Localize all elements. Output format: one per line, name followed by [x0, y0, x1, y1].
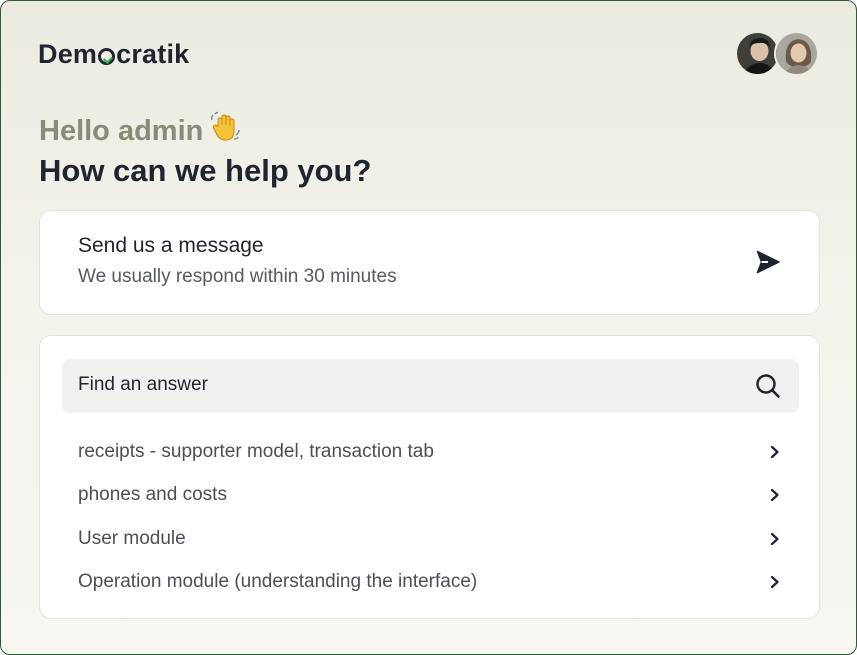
- messenger-widget: Dem cratik Hello admin How can we help y…: [0, 0, 857, 655]
- avatar: [774, 31, 819, 76]
- response-time-note: We usually respond within 30 minutes: [78, 266, 397, 287]
- send-message-card[interactable]: Send us a message We usually respond wit…: [39, 210, 820, 315]
- article-title: phones and costs: [78, 484, 227, 506]
- search-icon[interactable]: [755, 373, 781, 399]
- page-title: How can we help you?: [39, 153, 372, 188]
- article-list: receipts - supporter model, transaction …: [78, 430, 782, 604]
- chevron-right-icon: [770, 445, 779, 458]
- brand-logo-check-mark: [98, 48, 116, 65]
- brand-logo: Dem cratik: [38, 39, 189, 70]
- chevron-right-icon: [770, 532, 779, 545]
- team-avatars: [735, 31, 819, 76]
- article-title: Operation module (understanding the inte…: [78, 571, 478, 593]
- send-message-title: Send us a message: [78, 234, 264, 257]
- brand-logo-text-end: cratik: [116, 39, 190, 69]
- send-icon: [756, 250, 780, 274]
- article-title: User module: [78, 527, 186, 549]
- list-item[interactable]: Operation module (understanding the inte…: [78, 561, 782, 605]
- list-item[interactable]: receipts - supporter model, transaction …: [78, 430, 782, 474]
- greeting: Hello admin: [39, 111, 241, 151]
- list-item[interactable]: phones and costs: [78, 474, 782, 518]
- chevron-right-icon: [770, 489, 779, 502]
- avatar-woman-icon: [776, 33, 817, 74]
- greeting-text: Hello admin: [39, 114, 204, 147]
- help-center-card: Find an answer receipts - supporter mode…: [39, 335, 820, 619]
- chevron-right-icon: [770, 576, 779, 589]
- search-input[interactable]: Find an answer: [62, 359, 799, 413]
- brand-logo-text-start: Dem: [38, 39, 98, 69]
- search-label: Find an answer: [78, 374, 208, 395]
- list-item[interactable]: User module: [78, 517, 782, 561]
- waving-hand-icon: [209, 111, 241, 151]
- article-title: receipts - supporter model, transaction …: [78, 440, 434, 462]
